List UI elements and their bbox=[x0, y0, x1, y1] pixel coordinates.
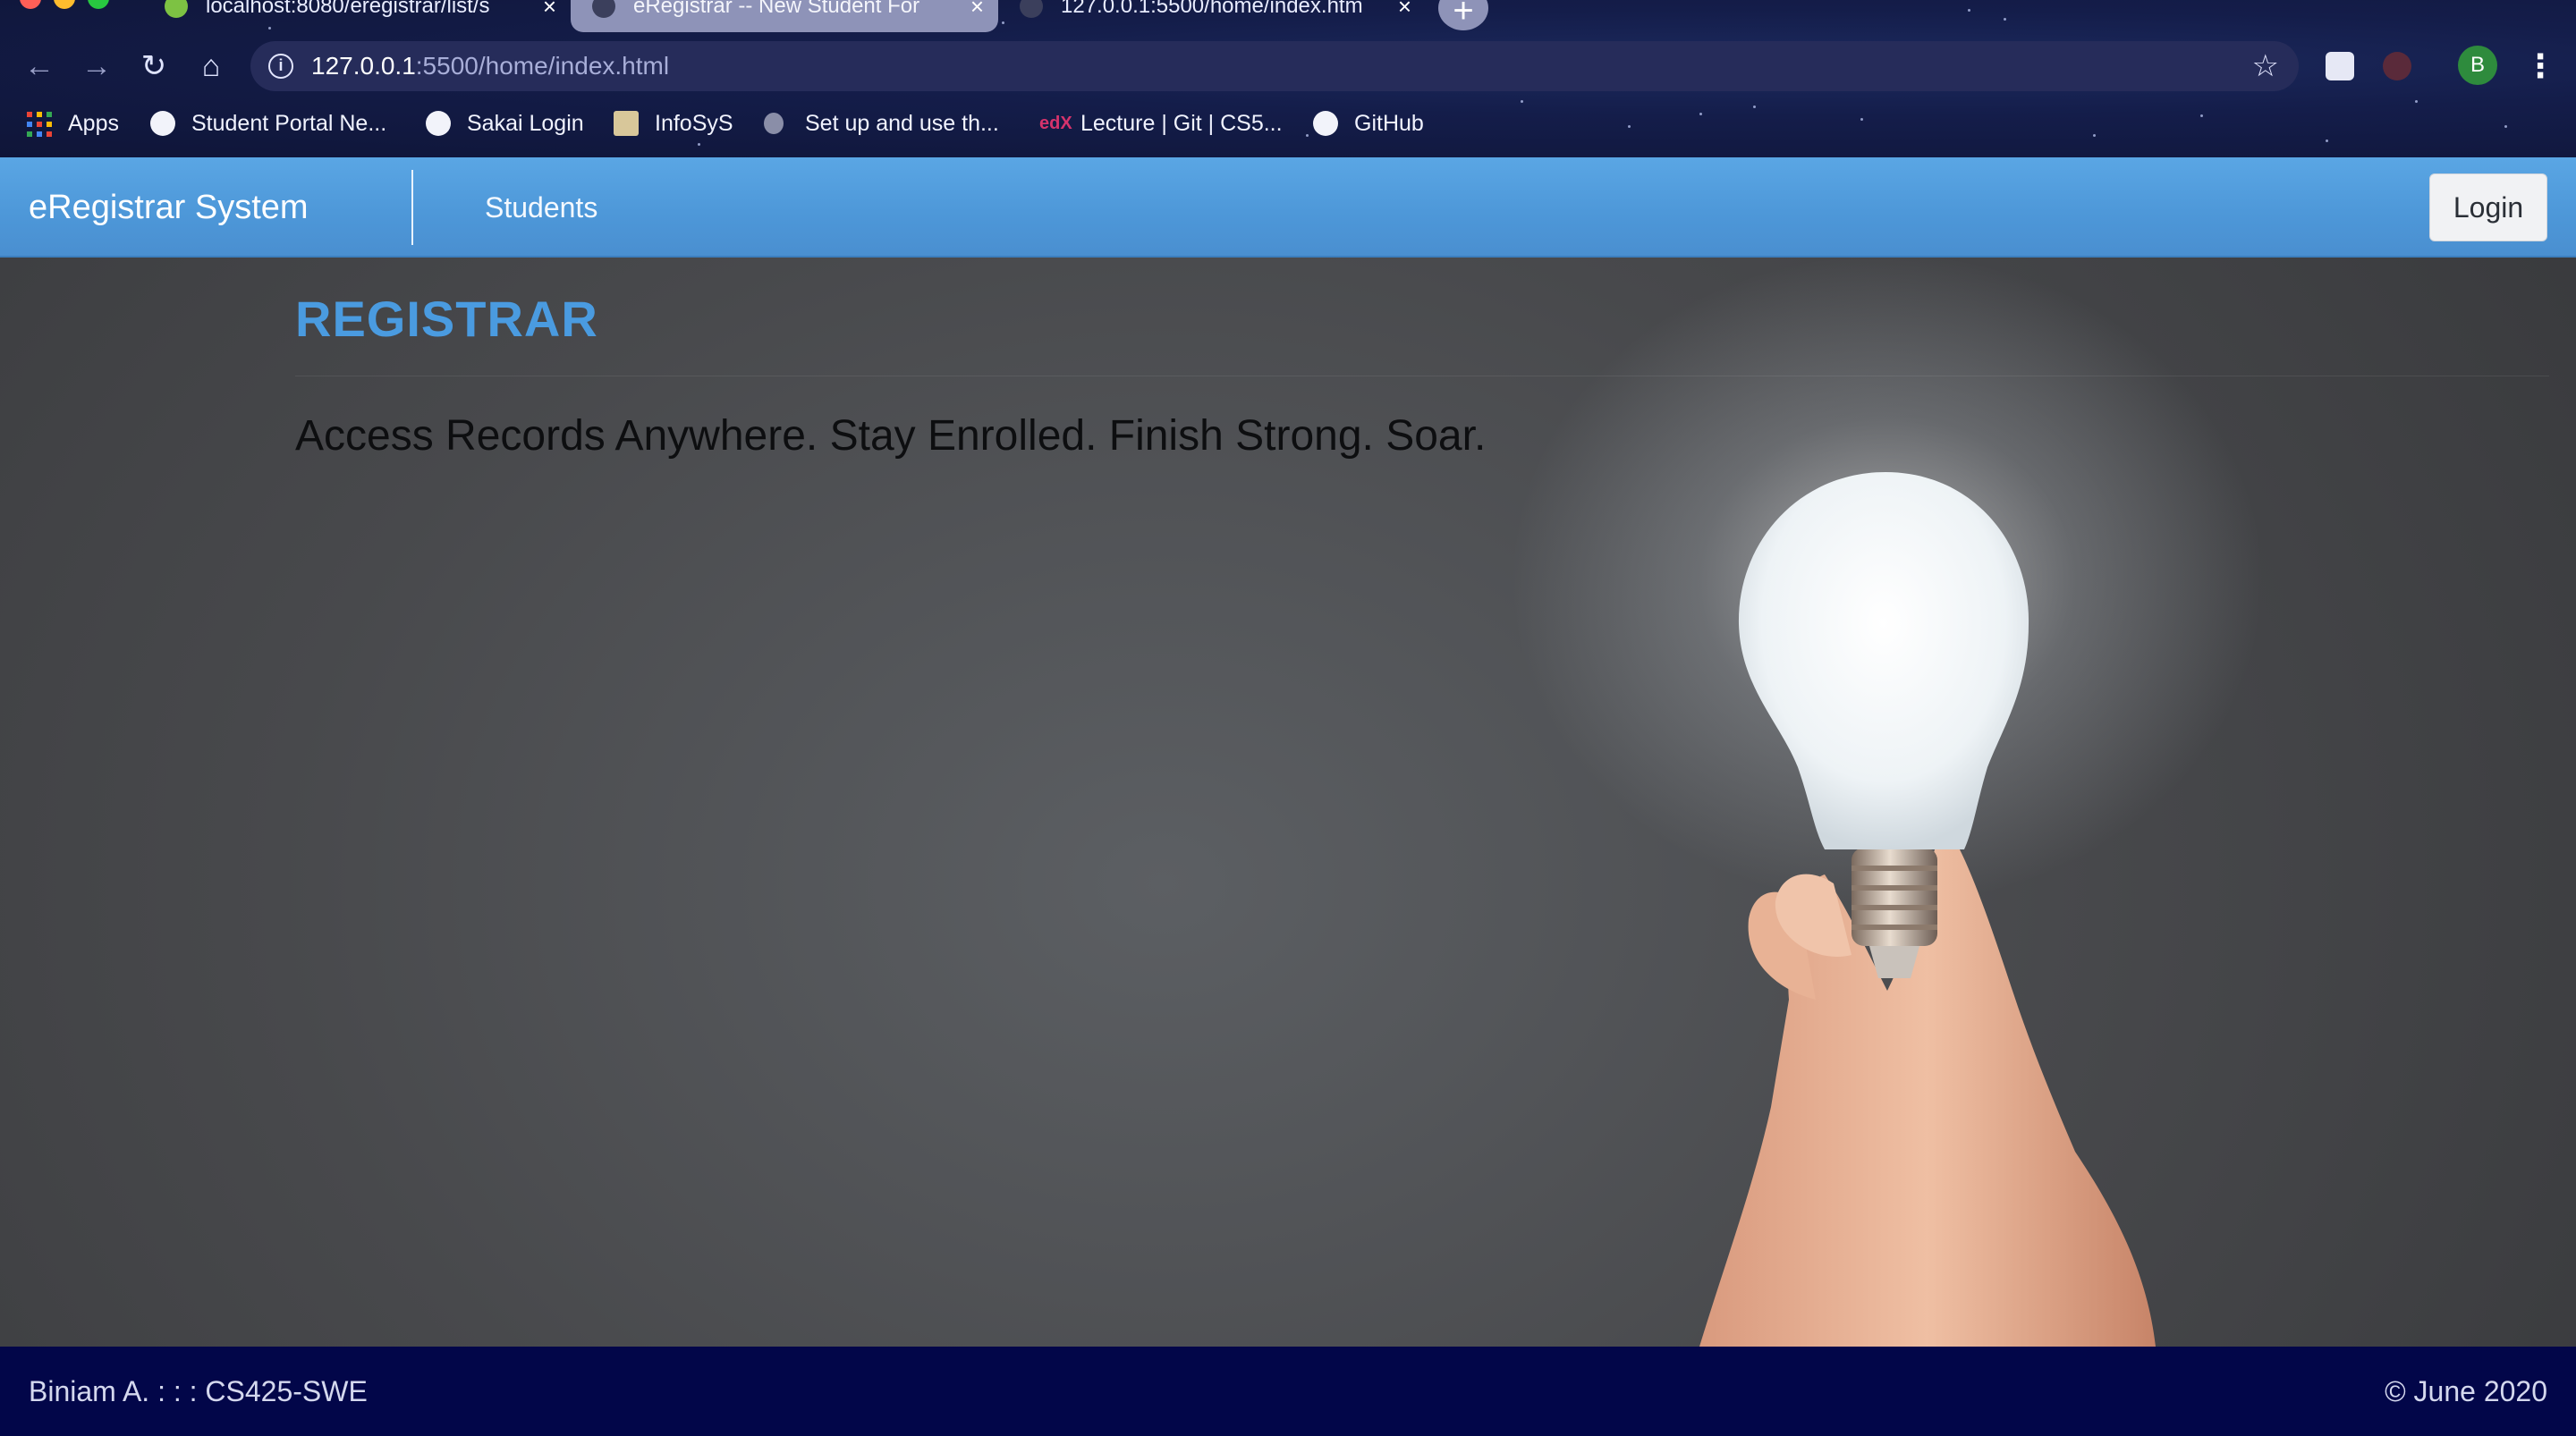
minimize-window-icon[interactable] bbox=[54, 0, 75, 9]
back-arrow-icon[interactable]: ← bbox=[18, 45, 61, 88]
bookmark-sakai-login[interactable]: Sakai Login bbox=[426, 104, 584, 143]
reload-icon[interactable]: ↻ bbox=[132, 45, 175, 88]
site-navbar: eRegistrar System Students Login bbox=[0, 157, 2576, 258]
bookmarks-bar: Apps Student Portal Ne... Sakai Login In… bbox=[0, 104, 2576, 143]
tab-strip: localhost:8080/eregistrar/list/s × eRegi… bbox=[0, 0, 2576, 32]
site-footer: Biniam A. : : : CS425-SWE © June 2020 bbox=[0, 1347, 2576, 1436]
brand-link[interactable]: eRegistrar System bbox=[29, 157, 309, 258]
bulb-screw-base bbox=[1852, 848, 1937, 946]
profile-avatar[interactable]: B bbox=[2458, 46, 2497, 85]
github-icon bbox=[1313, 111, 1338, 136]
bookmark-label: GitHub bbox=[1354, 111, 1424, 136]
cast-extension-icon[interactable] bbox=[2326, 52, 2354, 80]
nav-divider bbox=[411, 170, 413, 245]
apps-grid-icon bbox=[27, 112, 52, 137]
nav-link-students[interactable]: Students bbox=[485, 157, 597, 258]
window-controls bbox=[20, 0, 109, 9]
home-icon[interactable]: ⌂ bbox=[190, 45, 233, 88]
bookmark-github[interactable]: GitHub bbox=[1313, 104, 1424, 143]
tab-title: localhost:8080/eregistrar/list/s bbox=[206, 0, 490, 18]
spring-leaf-icon bbox=[165, 0, 188, 18]
new-tab-button[interactable]: + bbox=[1438, 0, 1488, 30]
bookmark-label: Lecture | Git | CS5... bbox=[1080, 111, 1283, 136]
tab-title: 127.0.0.1:5500/home/index.htm bbox=[1061, 0, 1363, 18]
close-window-icon[interactable] bbox=[20, 0, 41, 9]
login-button[interactable]: Login bbox=[2429, 173, 2547, 241]
bookmark-apple-setup[interactable]: Set up and use th... bbox=[764, 104, 999, 143]
browser-chrome: localhost:8080/eregistrar/list/s × eRegi… bbox=[0, 0, 2576, 157]
apple-icon bbox=[764, 113, 784, 134]
browser-menu-icon[interactable]: ⋮ bbox=[2524, 45, 2556, 88]
zoom-window-icon[interactable] bbox=[88, 0, 109, 9]
tab-eregistrar-list[interactable]: localhost:8080/eregistrar/list/s × bbox=[143, 0, 571, 32]
address-bar[interactable]: i 127.0.0.1:5500/home/index.html ☆ bbox=[250, 41, 2299, 91]
globe-icon bbox=[1020, 0, 1043, 18]
hero-section: REGISTRAR Access Records Anywhere. Stay … bbox=[0, 258, 2576, 1347]
site-info-icon[interactable]: i bbox=[268, 54, 293, 79]
extension-icon[interactable] bbox=[2383, 52, 2411, 80]
hero-title: REGISTRAR bbox=[295, 291, 598, 347]
bookmark-label: Student Portal Ne... bbox=[191, 111, 387, 136]
bookmark-star-icon[interactable]: ☆ bbox=[2252, 41, 2279, 91]
bookmark-student-portal[interactable]: Student Portal Ne... bbox=[150, 104, 386, 143]
bookmark-label: Sakai Login bbox=[467, 111, 584, 136]
close-tab-icon[interactable]: × bbox=[970, 0, 984, 20]
tab-new-student-form[interactable]: eRegistrar -- New Student For × bbox=[571, 0, 998, 32]
infosys-icon bbox=[614, 111, 639, 136]
hero-tagline: Access Records Anywhere. Stay Enrolled. … bbox=[295, 412, 1487, 460]
url-host: 127.0.0.1 bbox=[311, 52, 416, 80]
footer-author: Biniam A. : : : CS425-SWE bbox=[29, 1375, 368, 1407]
globe-icon bbox=[150, 111, 175, 136]
forward-arrow-icon[interactable]: → bbox=[75, 45, 118, 88]
globe-icon bbox=[592, 0, 615, 18]
url-path: :5500/home/index.html bbox=[415, 52, 670, 80]
close-tab-icon[interactable]: × bbox=[543, 0, 556, 20]
bookmark-label: InfoSyS bbox=[655, 111, 733, 136]
bookmark-label: Apps bbox=[68, 111, 119, 136]
browser-toolbar: ← → ↻ ⌂ i 127.0.0.1:5500/home/index.html… bbox=[0, 39, 2576, 93]
tab-title: eRegistrar -- New Student For bbox=[633, 0, 920, 18]
footer-copyright: © June 2020 bbox=[2385, 1375, 2547, 1407]
bookmark-infosys[interactable]: InfoSyS bbox=[614, 104, 733, 143]
globe-icon bbox=[426, 111, 451, 136]
bookmark-edx-lecture[interactable]: edX Lecture | Git | CS5... bbox=[1039, 104, 1283, 143]
tab-home-index[interactable]: 127.0.0.1:5500/home/index.htm × bbox=[998, 0, 1426, 32]
lightbulb-icon bbox=[1738, 472, 2029, 849]
bookmark-label: Set up and use th... bbox=[805, 111, 999, 136]
edx-icon: edX bbox=[1039, 114, 1072, 133]
bookmark-apps[interactable]: Apps bbox=[27, 104, 119, 143]
close-tab-icon[interactable]: × bbox=[1398, 0, 1411, 20]
